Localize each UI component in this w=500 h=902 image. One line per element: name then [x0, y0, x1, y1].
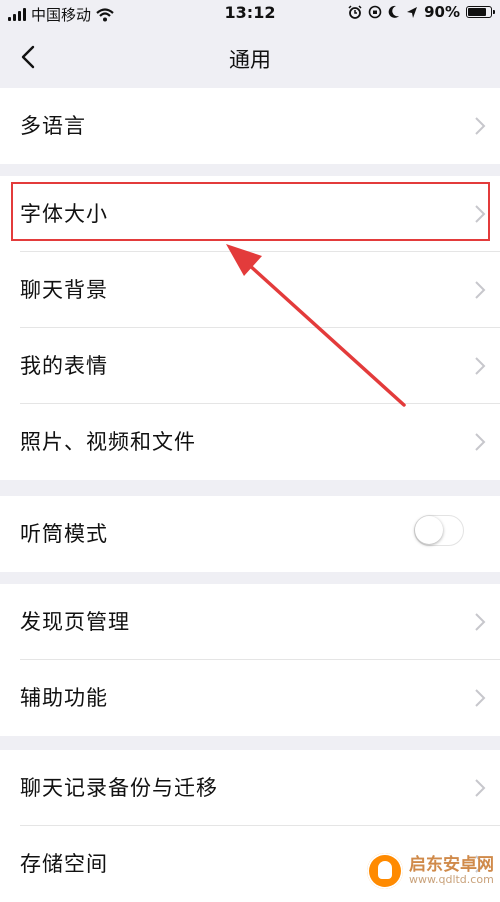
settings-group-4: 发现页管理 辅助功能 [0, 584, 500, 736]
earpiece-mode-toggle[interactable] [414, 515, 464, 546]
row-earpiece-mode: 听筒模式 [0, 496, 500, 572]
chevron-right-icon [475, 689, 486, 707]
row-label: 辅助功能 [20, 686, 108, 710]
chevron-right-icon [475, 613, 486, 631]
row-my-stickers[interactable]: 我的表情 [0, 328, 500, 404]
battery-icon [466, 6, 495, 18]
row-accessibility[interactable]: 辅助功能 [0, 660, 500, 736]
row-label: 存储空间 [20, 852, 108, 876]
status-right: 90% [348, 3, 495, 21]
row-photos-videos-files[interactable]: 照片、视频和文件 [0, 404, 500, 480]
row-label: 聊天记录备份与迁移 [20, 776, 218, 800]
chevron-right-icon [475, 117, 486, 135]
battery-fill [468, 8, 486, 16]
location-icon [407, 6, 418, 18]
row-discover-management[interactable]: 发现页管理 [0, 584, 500, 660]
row-label: 多语言 [20, 114, 86, 138]
watermark-logo-icon [367, 853, 403, 889]
watermark-name: 启东安卓网 [409, 854, 494, 875]
settings-group-1: 多语言 [0, 88, 500, 164]
row-multi-language[interactable]: 多语言 [0, 88, 500, 164]
toggle-knob [415, 516, 443, 544]
watermark: 启东安卓网 www.qdltd.com [367, 853, 494, 889]
row-label: 我的表情 [20, 354, 108, 378]
watermark-text: 启东安卓网 www.qdltd.com [409, 854, 494, 887]
row-label: 聊天背景 [20, 278, 108, 302]
chevron-right-icon [475, 779, 486, 797]
chevron-right-icon [475, 281, 486, 299]
row-label: 照片、视频和文件 [20, 430, 196, 454]
status-bar: 中国移动 13:12 90% [0, 0, 500, 26]
row-chat-background[interactable]: 聊天背景 [0, 252, 500, 328]
chevron-right-icon [475, 433, 486, 451]
row-chat-backup-migrate[interactable]: 聊天记录备份与迁移 [0, 750, 500, 826]
alarm-icon [348, 5, 362, 19]
annotation-highlight-box [11, 182, 490, 241]
orientation-lock-icon [368, 5, 382, 19]
settings-group-3: 听筒模式 [0, 496, 500, 572]
row-label: 听筒模式 [20, 522, 108, 546]
chevron-right-icon [475, 357, 486, 375]
row-label: 发现页管理 [20, 610, 130, 634]
watermark-url: www.qdltd.com [409, 873, 494, 887]
moon-icon [388, 5, 400, 18]
nav-bar: 通用 [0, 26, 500, 88]
battery-percent: 90% [424, 3, 460, 21]
page-title: 通用 [229, 48, 271, 72]
